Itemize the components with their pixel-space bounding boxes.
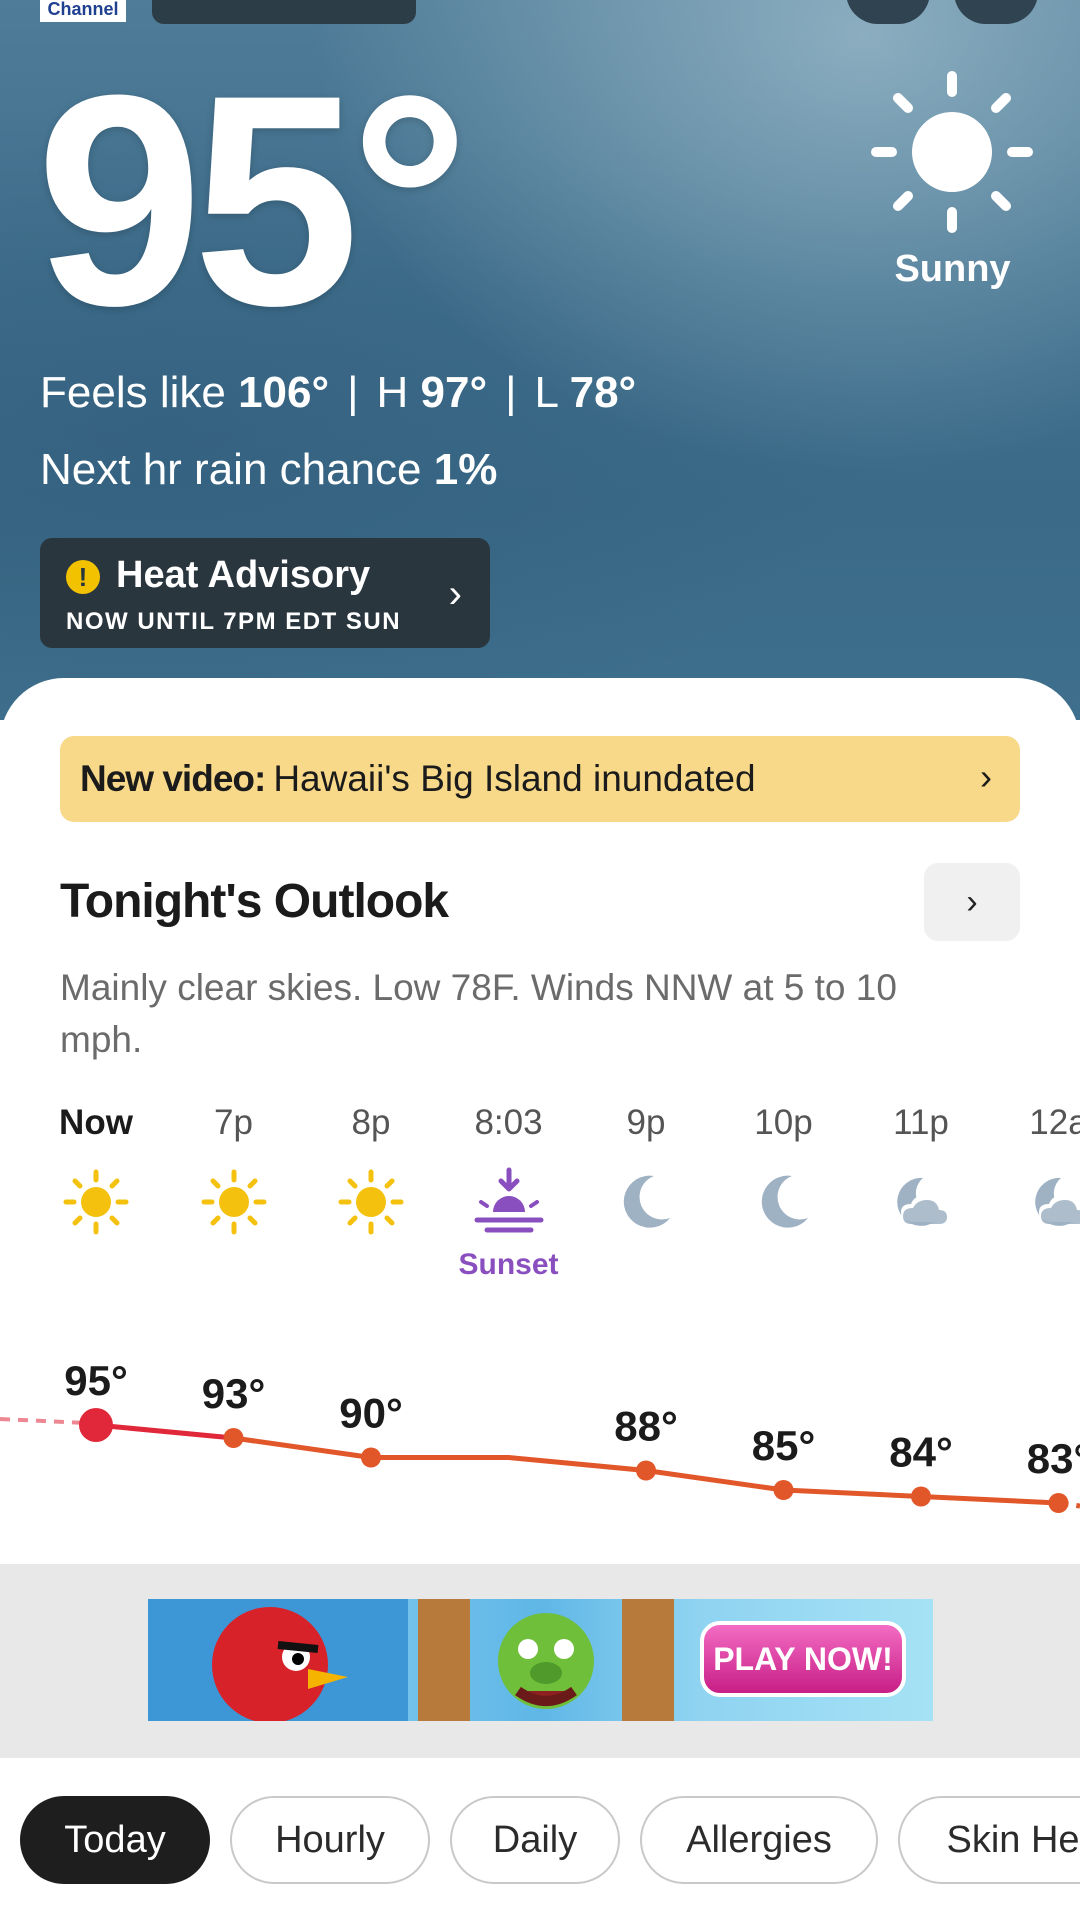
temp-point <box>636 1460 656 1481</box>
feels-like-label: Feels like <box>40 368 226 417</box>
temp-line-segment <box>231 1435 374 1460</box>
tab-daily[interactable]: Daily <box>450 1796 620 1884</box>
game-ad-banner[interactable]: PLAY NOW! <box>148 1599 933 1721</box>
weather-channel-logo[interactable]: Channel <box>40 0 126 22</box>
temp-point <box>1048 1493 1069 1513</box>
section-tabs: Today Hourly Daily Allergies Skin He <box>0 1796 1080 1888</box>
hourly-strip[interactable]: 95° 93° 90° 88° 85° 84° 83° Now 7p 8p 8:03 Sunset 9… <box>0 1098 1080 1528</box>
tab-skin-he[interactable]: Skin He <box>898 1796 1080 1884</box>
temperature-line-chart: 95° 93° 90° 88° 85° 84° 83° <box>0 1357 1080 1513</box>
temp-line-segment <box>643 1468 786 1493</box>
sun-icon <box>871 71 1033 233</box>
hour-column-11p[interactable]: 11p <box>851 1098 991 1226</box>
condition-label: Sunny <box>894 248 1011 290</box>
temp-line-segment <box>918 1494 1061 1506</box>
search-bar[interactable] <box>152 0 416 24</box>
location-button[interactable] <box>846 0 930 24</box>
new-video-banner[interactable]: New video: Hawaii's Big Island inundated… <box>60 736 1020 822</box>
sun-icon <box>338 1169 404 1235</box>
separator: | <box>505 368 517 417</box>
ad-container: PLAY NOW! <box>0 1564 1080 1758</box>
temp-label: 95° <box>64 1357 128 1404</box>
hero-section: Channel 95° Sunny Feels like 106° | H 97° |… <box>0 0 1080 720</box>
hour-label: 10p <box>754 1103 813 1142</box>
rain-chance-value: 1% <box>433 445 498 494</box>
moon-cloud-icon <box>897 1177 949 1226</box>
play-now-button[interactable]: PLAY NOW! <box>700 1621 906 1697</box>
forecast-card: New video: Hawaii's Big Island inundated… <box>0 678 1080 1564</box>
outlook-chevron-button[interactable]: › <box>924 863 1020 941</box>
temp-label: 83° <box>1027 1435 1080 1482</box>
video-headline: Hawaii's Big Island inundated <box>273 758 756 799</box>
past-trend-line <box>0 1417 87 1425</box>
sunset-icon <box>474 1167 543 1233</box>
temp-point <box>361 1447 381 1468</box>
hour-column-Now[interactable]: Now <box>26 1098 166 1235</box>
chevron-right-icon: › <box>448 572 462 616</box>
hour-column-12a[interactable]: 12a <box>989 1098 1080 1226</box>
hour-column-10p[interactable]: 10p <box>714 1098 854 1228</box>
current-temperature: 95° <box>36 32 470 368</box>
moon-icon <box>623 1175 670 1228</box>
heat-advisory-button[interactable]: ! Heat Advisory NOW UNTIL 7PM EDT SUN › <box>40 538 490 648</box>
tab-today[interactable]: Today <box>20 1796 210 1884</box>
separator: | <box>347 368 359 417</box>
hour-label: 8:03 <box>474 1103 543 1142</box>
outlook-title: Tonight's Outlook <box>60 875 449 928</box>
rain-chance-row: Next hr rain chance 1% <box>40 445 497 495</box>
advisory-title: Heat Advisory <box>116 554 371 596</box>
sun-icon <box>201 1169 266 1235</box>
high-label: H <box>376 368 409 417</box>
temp-label: 85° <box>752 1422 816 1469</box>
temp-line-segment <box>781 1487 924 1499</box>
hour-label: 11p <box>893 1103 949 1142</box>
chevron-right-icon: › <box>980 756 992 797</box>
hour-label: 9p <box>626 1103 666 1142</box>
low-label: L <box>534 368 558 417</box>
temp-point <box>773 1480 794 1500</box>
hour-label: 8p <box>351 1103 391 1142</box>
hour-column-9p[interactable]: 9p <box>576 1098 716 1228</box>
moon-icon <box>761 1175 808 1228</box>
sun-icon <box>63 1169 129 1235</box>
hour-column-8:03[interactable]: 8:03 Sunset <box>439 1098 579 1281</box>
hour-label: 12a <box>1029 1103 1080 1142</box>
temp-label: 88° <box>614 1403 678 1450</box>
hour-label: 7p <box>214 1103 253 1142</box>
video-label: New video: <box>80 758 266 799</box>
high-value: 97° <box>420 368 488 417</box>
temp-label: 84° <box>889 1429 953 1476</box>
low-value: 78° <box>569 368 637 417</box>
hour-column-8p[interactable]: 8p <box>301 1098 441 1235</box>
temp-point <box>79 1408 113 1442</box>
advisory-subtitle: NOW UNTIL 7PM EDT SUN <box>66 608 402 635</box>
alert-icon: ! <box>66 560 100 594</box>
temp-label: 90° <box>339 1390 403 1437</box>
hour-label: Now <box>59 1103 133 1142</box>
menu-button[interactable] <box>954 0 1038 24</box>
temp-label: 93° <box>202 1370 266 1417</box>
feels-like-row: Feels like 106° | H 97° | L 78° <box>40 368 636 418</box>
feels-like-value: 106° <box>238 368 330 417</box>
temp-point <box>223 1428 244 1448</box>
temp-point <box>911 1486 931 1507</box>
temp-line-segment <box>93 1422 236 1441</box>
tab-allergies[interactable]: Allergies <box>640 1796 878 1884</box>
moon-cloud-icon <box>1034 1177 1080 1226</box>
hour-column-7p[interactable]: 7p <box>164 1098 304 1235</box>
temp-line-segment <box>506 1455 649 1473</box>
rain-chance-label: Next hr rain chance <box>40 445 422 494</box>
outlook-description: Mainly clear skies. Low 78F. Winds NNW a… <box>60 967 897 1060</box>
sunset-label: Sunset <box>458 1248 559 1281</box>
tab-hourly[interactable]: Hourly <box>230 1796 430 1884</box>
